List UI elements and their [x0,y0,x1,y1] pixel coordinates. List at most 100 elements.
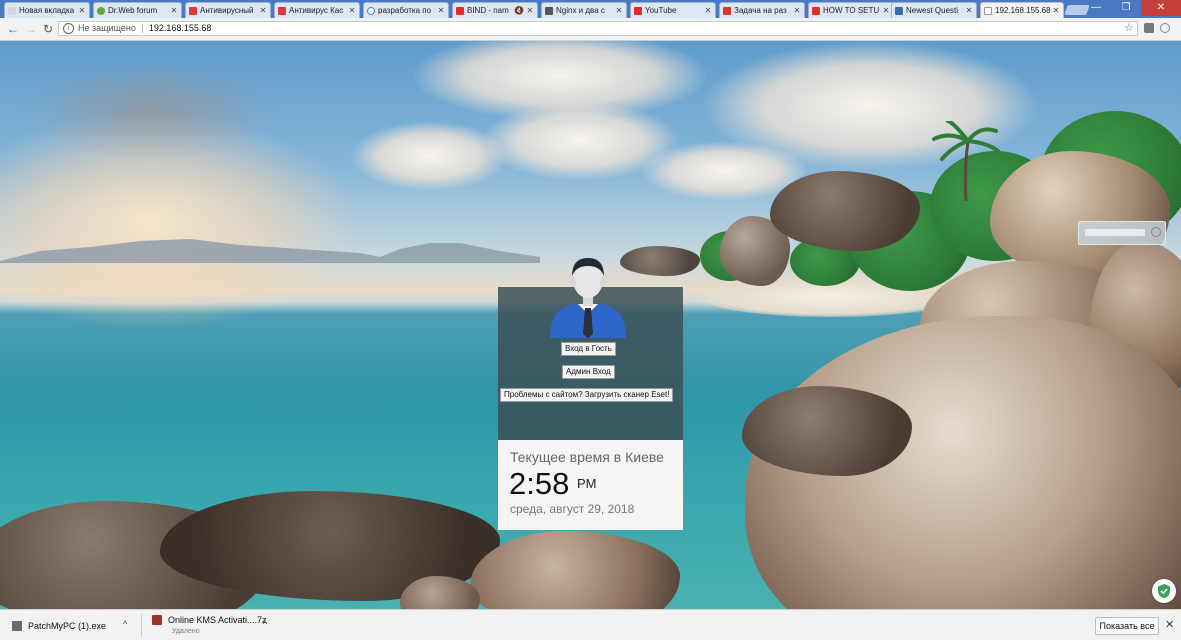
clock-ampm: PM [577,476,597,491]
download-status: Удалено [172,628,200,635]
tab-title: Задача на раз [734,6,787,15]
download-filename: Online KMS Activati....7z [168,615,267,625]
back-arrow-icon[interactable]: ← [5,21,21,37]
tab-title: Антивирус Кас [289,6,344,15]
floating-widget[interactable] [1078,221,1166,245]
bookmark-icon [545,6,553,15]
tab-strip: Новая вкладка ✕ Dr.Web forum ✕ Антивирус… [0,0,1181,18]
guest-login-button[interactable]: Вход в Гость [561,342,616,356]
reload-icon[interactable]: ↻ [40,21,56,37]
tab-newest-questions[interactable]: Newest Questi ✕ [891,2,977,18]
tab-title: HOW TO SETU [823,6,880,15]
tab-title: Newest Questi [906,6,959,15]
url-text: 192.168.155.68 [148,23,212,33]
tab-title: BIND - nam [467,6,509,15]
kaspersky-icon [189,6,197,15]
background-scene [620,246,700,276]
background-scene [932,121,1000,201]
shield-icon[interactable] [1152,579,1176,603]
tab-antivirus-2[interactable]: Антивирус Кас ✕ [274,2,360,18]
tab-title: 192.168.155.68 [995,6,1050,15]
tab-task[interactable]: Задача на раз ✕ [719,2,805,18]
close-icon[interactable]: ✕ [882,6,890,15]
tab-youtube[interactable]: YouTube ✕ [630,2,716,18]
background-scene [470,531,680,609]
chevron-up-icon[interactable]: ^ [263,619,267,629]
show-all-downloads-button[interactable]: Показать все [1095,617,1159,635]
address-bar[interactable]: i Не защищено 192.168.155.68 [58,21,1138,36]
download-bar: PatchMyPC (1).exe ^ Online KMS Activati.… [0,609,1181,640]
security-label: Не защищено [78,23,136,33]
admin-login-button[interactable]: Админ Вход [562,365,615,379]
browser-toolbar: ← → ↻ i Не защищено 192.168.155.68 ☆ [0,18,1181,41]
close-icon[interactable]: ✕ [526,6,534,15]
kaspersky-icon [278,6,286,15]
clock-widget: Текущее время в Киеве 2:58 PM среда, авг… [498,440,683,530]
tab-active-ip[interactable]: 192.168.155.68 ✕ [980,2,1064,18]
clock-title: Текущее время в Киеве [510,449,664,465]
tab-howto[interactable]: HOW TO SETU ✕ [808,2,894,18]
chevron-up-icon[interactable]: ^ [123,619,127,629]
tab-bind[interactable]: BIND - nam 🔇 ✕ [452,2,538,18]
google-icon [367,6,375,15]
close-icon[interactable]: ✕ [259,6,267,15]
tab-new-tab[interactable]: Новая вкладка ✕ [4,2,90,18]
background-scene [350,121,510,191]
divider [141,614,142,637]
youtube-icon [456,6,464,15]
close-icon[interactable]: ✕ [1165,618,1174,631]
speaker-muted-icon[interactable]: 🔇 [514,6,524,15]
stackexchange-icon [895,6,903,15]
tab-title: Новая вкладка [19,6,75,15]
youtube-icon [812,6,820,15]
background-scene [742,386,912,476]
close-window-icon[interactable]: ✕ [1141,0,1181,16]
clock-date: среда, август 29, 2018 [510,502,635,516]
close-icon[interactable]: ✕ [793,6,801,15]
download-filename: PatchMyPC (1).exe [28,620,107,631]
archive-file-icon [152,615,162,625]
close-icon[interactable]: ✕ [704,6,712,15]
tab-nginx[interactable]: Nginx и два с ✕ [541,2,627,18]
page-icon [984,6,992,15]
widget-icon[interactable] [1151,227,1161,237]
close-icon[interactable]: ✕ [965,6,973,15]
tab-title: разработка по [378,6,432,15]
exe-file-icon [12,620,22,631]
shield-icon-glyph [1158,584,1170,599]
close-icon[interactable]: ✕ [615,6,623,15]
close-icon[interactable]: ✕ [1052,6,1060,15]
youtube-icon [634,6,642,15]
minimize-icon[interactable]: — [1081,0,1111,16]
blank-page-icon [8,6,16,15]
divider [141,24,143,33]
download-item[interactable]: Online KMS Activati....7z Удалено [152,610,267,635]
bookmark-star-icon[interactable]: ☆ [1124,21,1134,34]
maximize-icon[interactable]: ❐ [1111,0,1141,16]
tab-title: Nginx и два с [556,6,605,15]
user-avatar-icon [550,258,626,338]
forward-arrow-icon[interactable]: → [23,21,39,37]
background-scene [20,61,280,161]
tab-title: YouTube [645,6,677,15]
tab-title: Антивирусный [200,6,254,15]
close-icon[interactable]: ✕ [170,6,178,15]
drweb-spider-icon [97,6,105,15]
extension-icon[interactable] [1160,23,1170,33]
tab-title: Dr.Web forum [108,6,158,15]
download-item[interactable]: PatchMyPC (1).exe [12,610,106,640]
close-icon[interactable]: ✕ [437,6,445,15]
window-controls: — ❐ ✕ [1081,0,1181,16]
background-scene [770,171,920,251]
extension-icon[interactable] [1144,23,1154,33]
background-scene [0,239,540,263]
stackoverflow-icon [723,6,731,15]
clock-time: 2:58 [509,466,570,501]
tab-google-search[interactable]: разработка по ✕ [363,2,449,18]
tab-drweb[interactable]: Dr.Web forum ✕ [93,2,182,18]
eset-scanner-button[interactable]: Проблемы с сайтом? Загрузить сканер Eset… [500,388,674,402]
close-icon[interactable]: ✕ [78,6,86,15]
info-icon[interactable]: i [63,23,74,34]
tab-antivirus-1[interactable]: Антивирусный ✕ [185,2,271,18]
close-icon[interactable]: ✕ [348,6,356,15]
